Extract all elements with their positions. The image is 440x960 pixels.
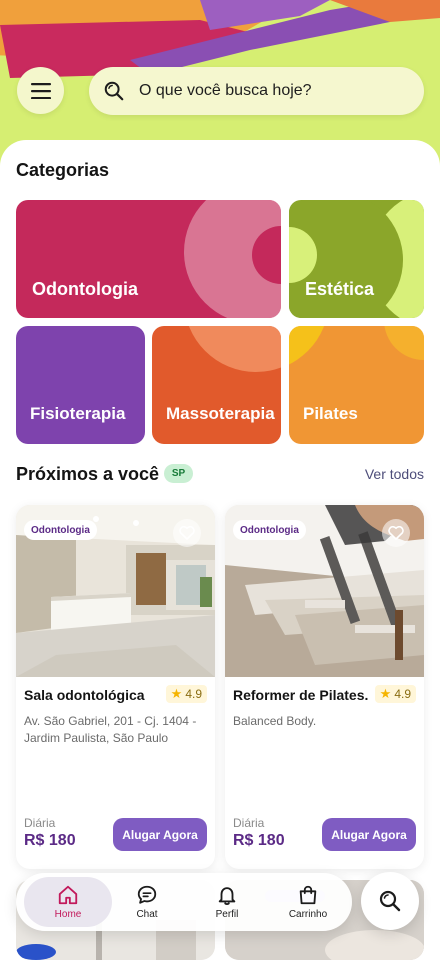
rating-badge: ★ 4.9 [165, 685, 207, 703]
region-badge: SP [164, 464, 193, 483]
category-label: Odontologia [32, 279, 138, 299]
tile-decoration [289, 326, 424, 365]
category-estetica[interactable]: Estética [289, 200, 424, 318]
chat-icon [137, 885, 157, 904]
nav-label: Home [54, 909, 82, 920]
search-icon [104, 81, 124, 101]
listing-address: Balanced Body. [233, 714, 317, 728]
category-fisioterapia[interactable]: Fisioterapia [16, 326, 145, 444]
home-icon [58, 885, 78, 905]
category-chip: Odontologia [24, 520, 97, 540]
bell-icon [218, 887, 236, 905]
favorite-button[interactable] [382, 519, 410, 547]
nav-item-chat[interactable]: Chat [122, 877, 172, 927]
rent-now-button[interactable]: Alugar Agora [322, 818, 416, 851]
search-placeholder[interactable]: O que você busca hoje? [139, 82, 312, 100]
nav-item-home[interactable]: Home [24, 877, 112, 927]
listing-name: Reformer de Pilates. [233, 687, 369, 703]
nav-item-perfil[interactable]: Perfil [202, 877, 252, 927]
search-bar[interactable]: O que você busca hoje? [89, 67, 424, 115]
menu-button[interactable] [17, 67, 64, 114]
nav-item-carrinho[interactable]: Carrinho [278, 877, 338, 927]
bottom-navigation: Home Chat Perfil Carrinho [16, 873, 352, 931]
category-chip: Odontologia [233, 520, 306, 540]
category-pilates[interactable]: Pilates [289, 326, 424, 444]
price-label: Diária [24, 816, 56, 830]
star-icon: ★ [379, 686, 392, 701]
categories-title: Categorias [16, 160, 110, 180]
heart-icon [179, 526, 195, 540]
tile-decoration [188, 326, 281, 372]
category-label: Pilates [303, 404, 358, 423]
category-odontologia[interactable]: Odontologia [16, 200, 281, 318]
category-label: Estética [305, 279, 375, 299]
hamburger-icon [30, 82, 51, 99]
nav-label: Carrinho [288, 909, 328, 920]
listing-name: Sala odontológica [24, 687, 145, 703]
nav-label: Chat [136, 909, 158, 920]
heart-icon [388, 526, 404, 540]
nearby-title: Próximos a você [16, 464, 160, 484]
price-label: Diária [233, 816, 265, 830]
bag-icon [299, 885, 317, 905]
nav-label: Perfil [215, 909, 239, 920]
see-all-link[interactable]: Ver todos [365, 466, 424, 482]
price-value: R$ 180 [233, 832, 285, 849]
category-label: Fisioterapia [30, 404, 126, 423]
price-value: R$ 180 [24, 832, 76, 849]
tile-decoration [289, 200, 424, 318]
tile-decoration [184, 200, 281, 318]
search-fab[interactable] [361, 872, 419, 930]
listing-card[interactable]: Odontologia Reformer de Pilates. ★ 4.9 Ba… [225, 505, 424, 869]
star-icon: ★ [170, 686, 183, 701]
category-massoterapia[interactable]: Massoterapia [152, 326, 281, 444]
listing-card[interactable]: Odontologia Sala odontológica ★ 4.9 Av. S… [16, 505, 215, 869]
rating-value: 4.9 [185, 687, 202, 701]
rating-value: 4.9 [394, 687, 411, 701]
favorite-button[interactable] [173, 519, 201, 547]
search-icon [379, 890, 401, 912]
category-label: Massoterapia [166, 404, 275, 423]
rent-now-button[interactable]: Alugar Agora [113, 818, 207, 851]
listing-address: Av. São Gabriel, 201 - Cj. 1404 - Jardim… [24, 714, 197, 745]
rating-badge: ★ 4.9 [374, 685, 416, 703]
